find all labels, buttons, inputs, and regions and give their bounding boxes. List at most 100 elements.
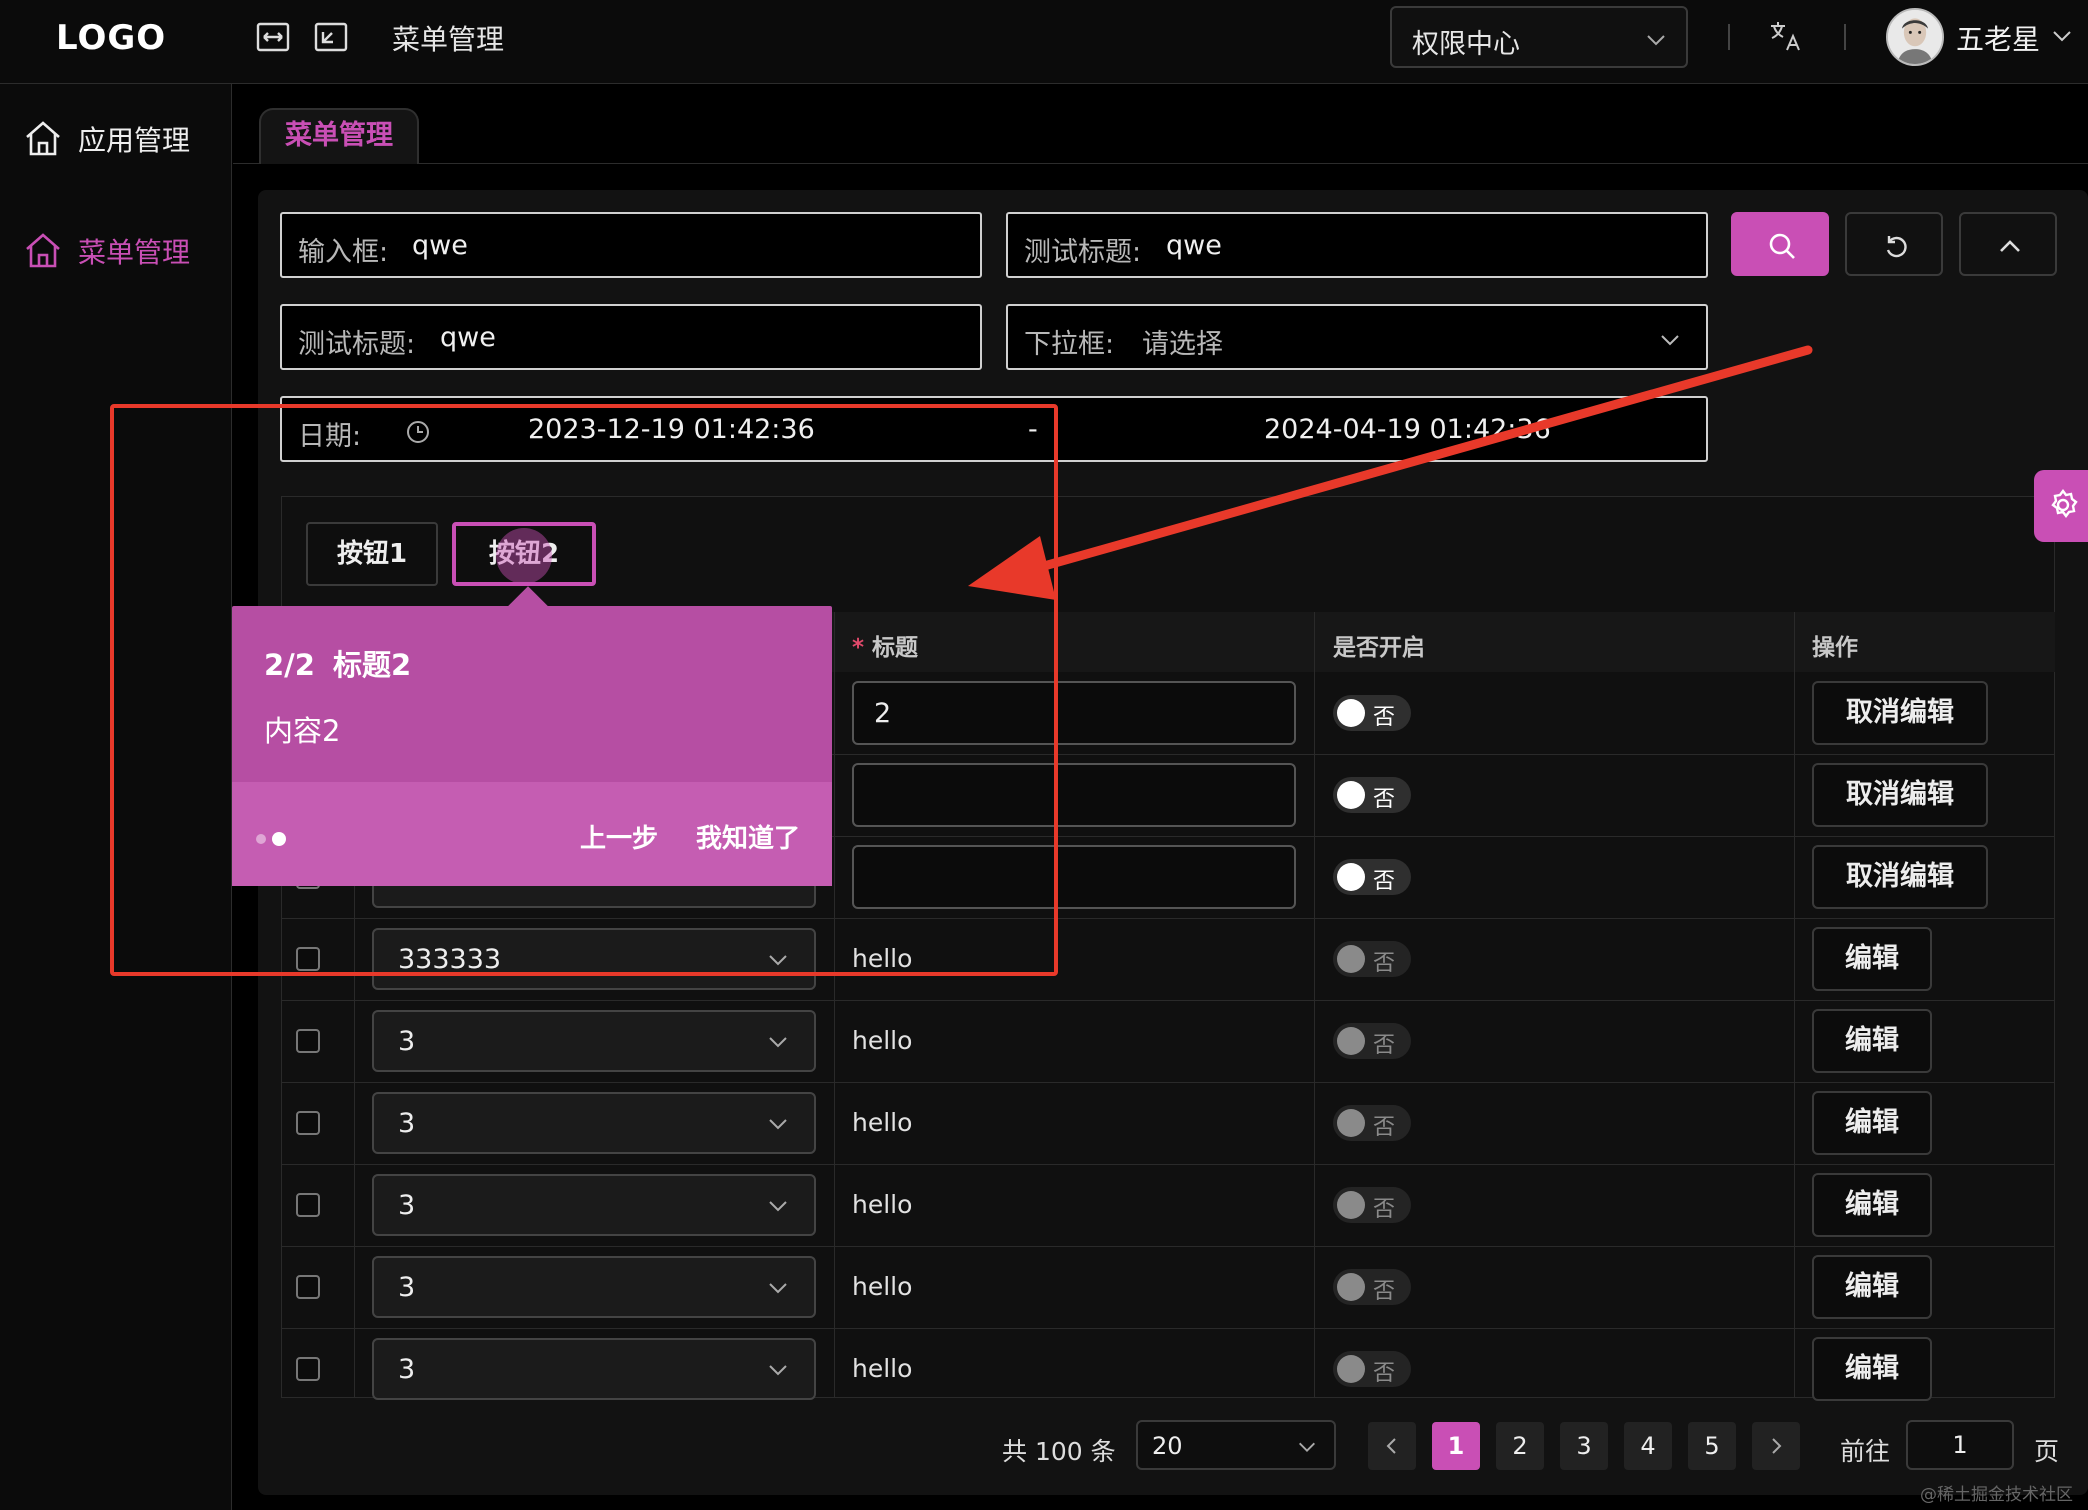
row-select[interactable]: 3	[372, 1092, 816, 1154]
switch-label: 否	[1373, 1033, 1396, 1058]
field-value: qwe	[440, 322, 496, 353]
cancel-edit-button[interactable]: 取消编辑	[1812, 845, 1988, 909]
switch-label: 否	[1373, 705, 1396, 730]
username[interactable]: 五老星	[1956, 18, 2040, 58]
test-title-field[interactable]: 测试标题: qwe	[1006, 212, 1708, 278]
translate-icon[interactable]	[1768, 18, 1804, 54]
tab-menu-management[interactable]: 菜单管理	[259, 108, 419, 164]
chevron-down-icon	[766, 948, 790, 972]
collapse-button[interactable]	[1959, 212, 2057, 276]
goto-label: 前往	[1840, 1437, 1891, 1466]
enabled-switch[interactable]: 否	[1333, 695, 1411, 731]
row-select[interactable]: 3	[372, 1338, 816, 1400]
row-select[interactable]: 3	[372, 1174, 816, 1236]
prev-page-button[interactable]	[1368, 1422, 1416, 1470]
date-end[interactable]: 2024-04-19 01:42:36	[1264, 414, 1551, 445]
system-select[interactable]: 权限中心	[1390, 6, 1688, 68]
reset-icon	[1886, 236, 1907, 258]
switch-label: 否	[1373, 1279, 1396, 1304]
column-header-enabled: 是否开启	[1333, 635, 1425, 661]
title-input[interactable]	[852, 845, 1296, 909]
page-suffix: 页	[2034, 1437, 2060, 1466]
chevron-left-icon	[1386, 1438, 1396, 1454]
edit-button[interactable]: 编辑	[1812, 927, 1932, 991]
page-1[interactable]: 1	[1432, 1422, 1480, 1470]
chevron-right-icon	[1772, 1438, 1782, 1454]
cancel-edit-button[interactable]: 取消编辑	[1812, 763, 1988, 827]
page-5[interactable]: 5	[1688, 1422, 1736, 1470]
home-icon	[22, 118, 64, 160]
sidebar-item-label: 菜单管理	[78, 236, 191, 269]
row-select-value: 3	[398, 1190, 416, 1221]
search-button[interactable]	[1731, 212, 1829, 276]
edit-button[interactable]: 编辑	[1812, 1255, 1932, 1319]
chevron-down-icon	[1644, 28, 1668, 52]
dropdown-field[interactable]: 下拉框: 请选择	[1006, 304, 1708, 370]
divider	[1728, 24, 1730, 50]
row-select-value: 3	[398, 1354, 416, 1385]
divider	[1844, 24, 1846, 50]
enabled-switch[interactable]: 否	[1333, 859, 1411, 895]
date-range-field[interactable]: 日期: 2023-12-19 01:42:36 - 2024-04-19 01:…	[280, 396, 1708, 462]
row-checkbox[interactable]	[296, 1029, 320, 1053]
fullscreen-icon[interactable]	[314, 20, 348, 54]
chevron-down-icon[interactable]	[2050, 24, 2074, 48]
input-field[interactable]: 输入框: qwe	[280, 212, 982, 278]
row-checkbox[interactable]	[296, 1111, 320, 1135]
sidebar-item-app-management[interactable]: 应用管理	[22, 114, 222, 164]
field-value: qwe	[412, 230, 468, 261]
dropdown-placeholder: 请选择	[1142, 329, 1223, 360]
test-title-field-2[interactable]: 测试标题: qwe	[280, 304, 982, 370]
title-cell: hello	[852, 1108, 913, 1137]
page-size-select[interactable]: 20	[1136, 1420, 1336, 1470]
title-input[interactable]	[852, 763, 1296, 827]
reset-button[interactable]	[1845, 212, 1943, 276]
expand-horizontal-icon[interactable]	[256, 20, 290, 54]
switch-knob	[1337, 1109, 1365, 1137]
tour-finish-button[interactable]: 我知道了	[696, 818, 800, 855]
row-select[interactable]: 3	[372, 1256, 816, 1318]
row-checkbox[interactable]	[296, 947, 320, 971]
chevron-down-icon	[766, 1112, 790, 1136]
next-page-button[interactable]	[1752, 1422, 1800, 1470]
title-input-value: 2	[874, 698, 892, 729]
switch-knob	[1337, 699, 1365, 727]
switch-knob	[1337, 945, 1365, 973]
goto-page-input[interactable]: 1	[1906, 1420, 2014, 1470]
date-start[interactable]: 2023-12-19 01:42:36	[528, 414, 815, 445]
switch-label: 否	[1373, 1361, 1396, 1386]
page-2[interactable]: 2	[1496, 1422, 1544, 1470]
page-3[interactable]: 3	[1560, 1422, 1608, 1470]
tour-title: 2/2 标题2	[264, 648, 412, 682]
avatar[interactable]	[1886, 8, 1944, 66]
chevron-down-icon	[766, 1030, 790, 1054]
cancel-edit-button[interactable]: 取消编辑	[1812, 681, 1988, 745]
sidebar-item-label: 应用管理	[78, 124, 191, 157]
tour-step: 2/2	[264, 648, 315, 682]
edit-button[interactable]: 编辑	[1812, 1009, 1932, 1073]
edit-button[interactable]: 编辑	[1812, 1091, 1932, 1155]
row-select[interactable]: 3	[372, 1010, 816, 1072]
row-checkbox[interactable]	[296, 1193, 320, 1217]
switch-knob	[1337, 1355, 1365, 1383]
settings-button[interactable]	[2034, 470, 2088, 542]
column-divider	[834, 612, 835, 1398]
title-cell: hello	[852, 1272, 913, 1301]
home-icon	[22, 230, 64, 272]
row-checkbox[interactable]	[296, 1357, 320, 1381]
tour-prev-button[interactable]: 上一步	[580, 818, 658, 855]
watermark: @稀土掘金技术社区	[1920, 1485, 2073, 1505]
title-input[interactable]: 2	[852, 681, 1296, 745]
sidebar-item-menu-management[interactable]: 菜单管理	[22, 226, 222, 276]
button-1[interactable]: 按钮1	[306, 522, 438, 586]
edit-button[interactable]: 编辑	[1812, 1337, 1932, 1401]
row-divider	[282, 918, 2055, 919]
switch-label: 否	[1373, 951, 1396, 976]
row-checkbox[interactable]	[296, 1275, 320, 1299]
chevron-down-icon	[766, 1358, 790, 1382]
row-select[interactable]: 333333	[372, 928, 816, 990]
edit-button[interactable]: 编辑	[1812, 1173, 1932, 1237]
top-header: LOGO 菜单管理 权限中心 五老星	[0, 0, 2088, 84]
page-4[interactable]: 4	[1624, 1422, 1672, 1470]
enabled-switch[interactable]: 否	[1333, 777, 1411, 813]
